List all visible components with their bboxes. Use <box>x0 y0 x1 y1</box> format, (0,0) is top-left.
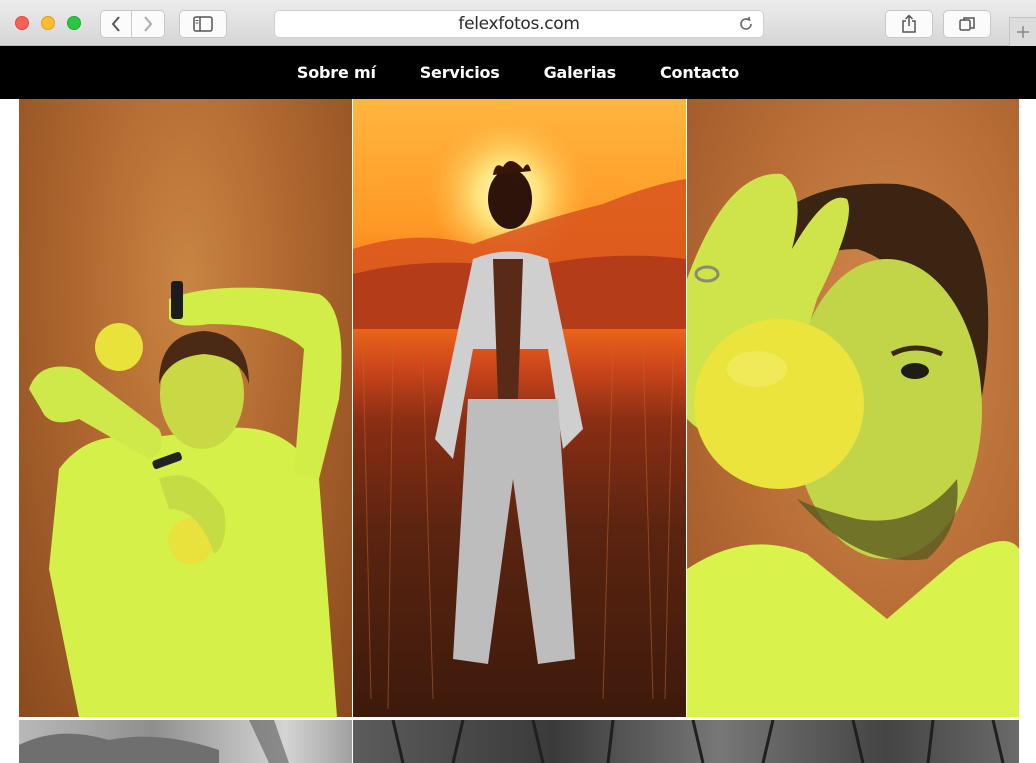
reload-icon[interactable] <box>737 15 755 33</box>
man-holding-yellow-ball-to-eye-photo[interactable] <box>687 99 1019 717</box>
photo-illustration <box>391 720 1005 763</box>
minimize-window-button[interactable] <box>41 16 55 30</box>
zoom-window-button[interactable] <box>67 16 81 30</box>
close-window-button[interactable] <box>15 16 29 30</box>
chevron-right-icon <box>144 16 153 32</box>
plus-icon <box>1017 26 1029 38</box>
bw-landscape-photo[interactable] <box>19 720 352 763</box>
bw-bare-trees-photo[interactable] <box>353 720 1019 763</box>
forward-button[interactable] <box>132 10 165 38</box>
photo-illustration <box>19 720 289 763</box>
new-tab-button[interactable] <box>1009 17 1036 46</box>
tabs-icon <box>959 17 975 31</box>
sidebar-icon <box>193 16 213 32</box>
share-button[interactable] <box>885 10 933 38</box>
url-text: felexfotos.com <box>458 14 580 34</box>
nav-link-contacto[interactable]: Contacto <box>660 63 739 82</box>
photo-illustration <box>29 281 342 717</box>
photo-illustration <box>353 114 686 710</box>
show-tabs-button[interactable] <box>943 10 991 38</box>
back-button[interactable] <box>100 10 132 38</box>
address-bar[interactable]: felexfotos.com <box>274 10 764 38</box>
man-in-field-at-sunset-photo[interactable] <box>353 99 686 717</box>
photo-illustration <box>687 173 1019 717</box>
man-with-yellow-balls-photo[interactable] <box>19 99 352 717</box>
nav-link-sobre-mi[interactable]: Sobre mí <box>297 63 376 82</box>
share-icon <box>902 14 916 33</box>
site-navigation: Sobre mí Servicios Galerias Contacto <box>0 46 1036 99</box>
nav-link-galerias[interactable]: Galerias <box>544 63 617 82</box>
photo-gallery <box>19 99 1019 763</box>
browser-toolbar: felexfotos.com <box>0 0 1036 46</box>
nav-link-servicios[interactable]: Servicios <box>420 63 500 82</box>
chevron-left-icon <box>111 16 120 32</box>
sidebar-toggle-button[interactable] <box>179 10 227 38</box>
